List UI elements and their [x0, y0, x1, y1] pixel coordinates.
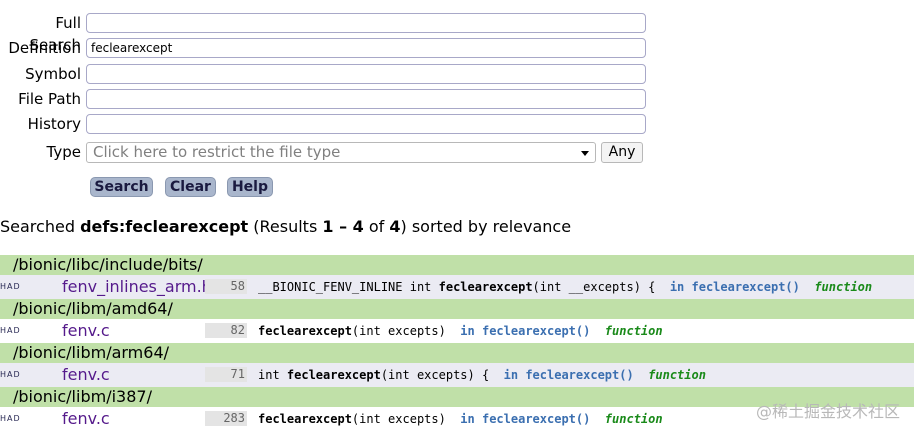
definition-input[interactable]	[86, 38, 646, 58]
line-number[interactable]: 82	[205, 323, 247, 338]
line-number[interactable]: 71	[205, 367, 247, 382]
code-snippet[interactable]: feclearexcept(int excepts) in feclearexc…	[258, 319, 663, 343]
file-link[interactable]: fenv_inlines_arm.h	[62, 275, 212, 299]
definition-label: Definition	[8, 39, 81, 57]
file-type-select[interactable]: Click here to restrict the file type	[86, 142, 596, 163]
code-snippet[interactable]: feclearexcept(int excepts) in feclearexc…	[258, 407, 663, 431]
summary-mid2: of	[363, 217, 390, 236]
summary-query: defs:feclearexcept	[80, 217, 249, 236]
result-row: HAD fenv.c 71 int feclearexcept(int exce…	[0, 363, 914, 387]
history-annotate-diff-links[interactable]: HAD	[0, 319, 21, 343]
code-function: feclearexcept	[438, 280, 533, 294]
history-annotate-diff-links[interactable]: HAD	[0, 363, 21, 387]
summary-suffix: ) sorted by relevance	[400, 217, 572, 236]
line-number[interactable]: 283	[205, 411, 247, 426]
history-annotate-diff-links[interactable]: HAD	[0, 275, 21, 299]
code-function: feclearexcept	[258, 412, 352, 426]
code-scope: in feclearexcept()	[503, 368, 634, 382]
clear-button[interactable]: Clear	[165, 177, 216, 197]
code-prefix: __BIONIC_FENV_INLINE int	[258, 280, 439, 294]
summary-prefix: Searched	[0, 217, 81, 236]
code-scope: in feclearexcept()	[669, 280, 800, 294]
code-kind: function	[648, 368, 706, 382]
code-snippet[interactable]: __BIONIC_FENV_INLINE int feclearexcept(i…	[258, 275, 872, 299]
dir-link[interactable]: /bionic/libm/arm64/	[13, 343, 169, 363]
code-function: feclearexcept	[258, 324, 352, 338]
code-kind: function	[814, 280, 873, 294]
dir-link[interactable]: /bionic/libm/amd64/	[13, 299, 173, 319]
summary-total: 4	[389, 217, 401, 236]
code-snippet[interactable]: int feclearexcept(int excepts) { in fecl…	[258, 363, 706, 387]
search-summary: Searched defs:feclearexcept (Results 1 –…	[0, 217, 571, 237]
dir-link[interactable]: /bionic/libc/include/bits/	[13, 255, 203, 275]
line-number[interactable]: 58	[205, 279, 247, 294]
code-prefix: int	[258, 368, 287, 382]
code-suffix: (int __excepts) {	[532, 280, 656, 294]
file-link[interactable]: fenv.c	[62, 407, 110, 431]
summary-mid1: (Results	[248, 217, 323, 236]
result-row: HAD fenv_inlines_arm.h 58 __BIONIC_FENV_…	[0, 275, 914, 299]
dir-link[interactable]: /bionic/libm/i387/	[13, 387, 152, 407]
code-kind: function	[604, 324, 663, 338]
history-input[interactable]	[86, 114, 646, 134]
result-dir-row: /bionic/libm/amd64/	[0, 299, 914, 319]
full-search-input[interactable]	[86, 13, 646, 33]
code-scope: in feclearexcept()	[460, 412, 591, 426]
code-function: feclearexcept	[286, 368, 381, 382]
history-annotate-diff-links[interactable]: HAD	[0, 407, 21, 431]
type-label: Type	[46, 143, 81, 161]
watermark: @稀土掘金技术社区	[755, 402, 900, 421]
summary-range: 1 – 4	[322, 217, 364, 236]
any-button[interactable]: Any	[601, 142, 643, 163]
code-suffix: (int excepts) {	[380, 368, 490, 382]
code-suffix: (int excepts)	[351, 412, 446, 426]
symbol-input[interactable]	[86, 64, 646, 84]
code-scope: in feclearexcept()	[460, 324, 591, 338]
result-dir-row: /bionic/libm/arm64/	[0, 343, 914, 363]
help-button[interactable]: Help	[227, 177, 273, 197]
file-link[interactable]: fenv.c	[62, 319, 110, 343]
symbol-label: Symbol	[25, 65, 81, 83]
file-path-input[interactable]	[86, 89, 646, 109]
result-row: HAD fenv.c 82 feclearexcept(int excepts)…	[0, 319, 914, 343]
chevron-down-icon	[581, 151, 589, 156]
file-path-label: File Path	[18, 90, 81, 108]
history-label: History	[27, 115, 81, 133]
code-suffix: (int excepts)	[351, 324, 446, 338]
file-type-placeholder: Click here to restrict the file type	[93, 143, 341, 161]
search-button[interactable]: Search	[90, 177, 153, 197]
result-dir-row: /bionic/libc/include/bits/	[0, 255, 914, 275]
file-link[interactable]: fenv.c	[62, 363, 110, 387]
code-kind: function	[604, 412, 663, 426]
